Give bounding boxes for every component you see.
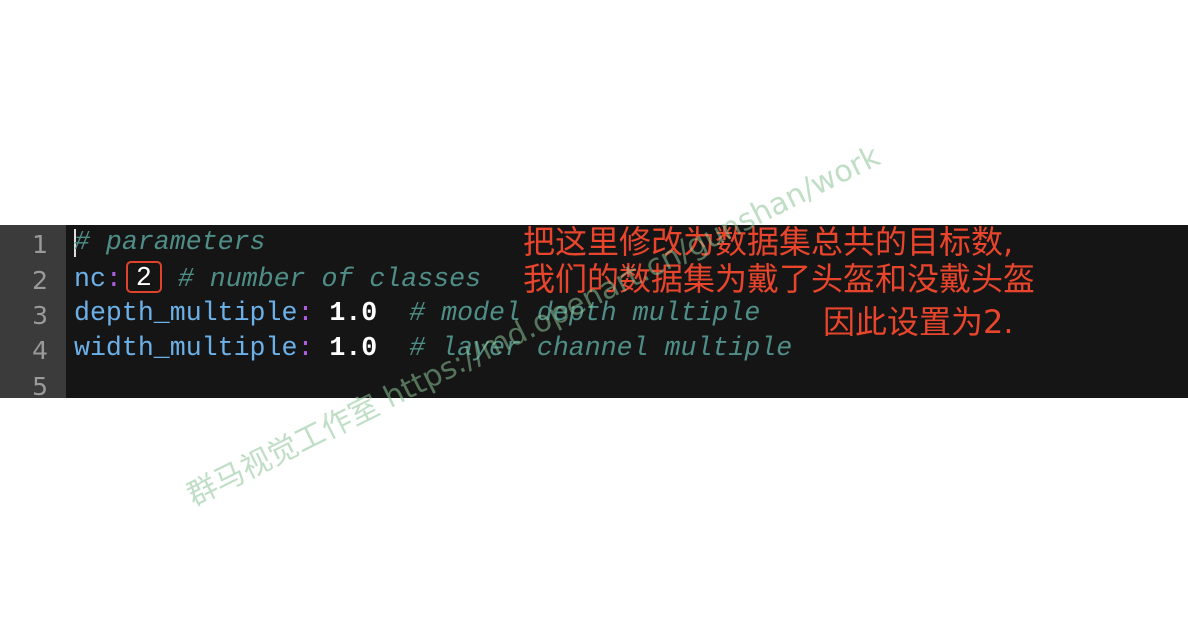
yaml-value: 1.0 <box>329 298 378 328</box>
line-number: 4 <box>32 336 48 365</box>
comment: # number of classes <box>177 264 482 295</box>
colon: : <box>105 264 122 295</box>
colon: : <box>297 298 314 328</box>
line-number: 3 <box>32 301 48 330</box>
yaml-value: 1.0 <box>329 333 378 363</box>
annotation-line-3: 因此设置为2. <box>823 303 1014 341</box>
line-number: 5 <box>32 372 48 401</box>
yaml-key: depth_multiple <box>74 298 298 328</box>
highlight-box: 2 <box>125 261 162 293</box>
line-number: 1 <box>32 230 48 259</box>
line-number: 2 <box>32 266 48 295</box>
code-line-1: # parameters <box>74 227 266 262</box>
yaml-key: width_multiple <box>74 333 298 363</box>
code-line-2: nc: 2 # number of classes <box>74 261 482 298</box>
colon: : <box>297 333 314 363</box>
yaml-key: nc <box>74 264 106 295</box>
comment: # parameters <box>74 227 266 257</box>
yaml-value: 2 <box>135 263 152 293</box>
line-number-gutter: 1 2 3 4 5 <box>0 225 66 401</box>
code-line-3: depth_multiple: 1.0 # model depth multip… <box>74 298 760 333</box>
